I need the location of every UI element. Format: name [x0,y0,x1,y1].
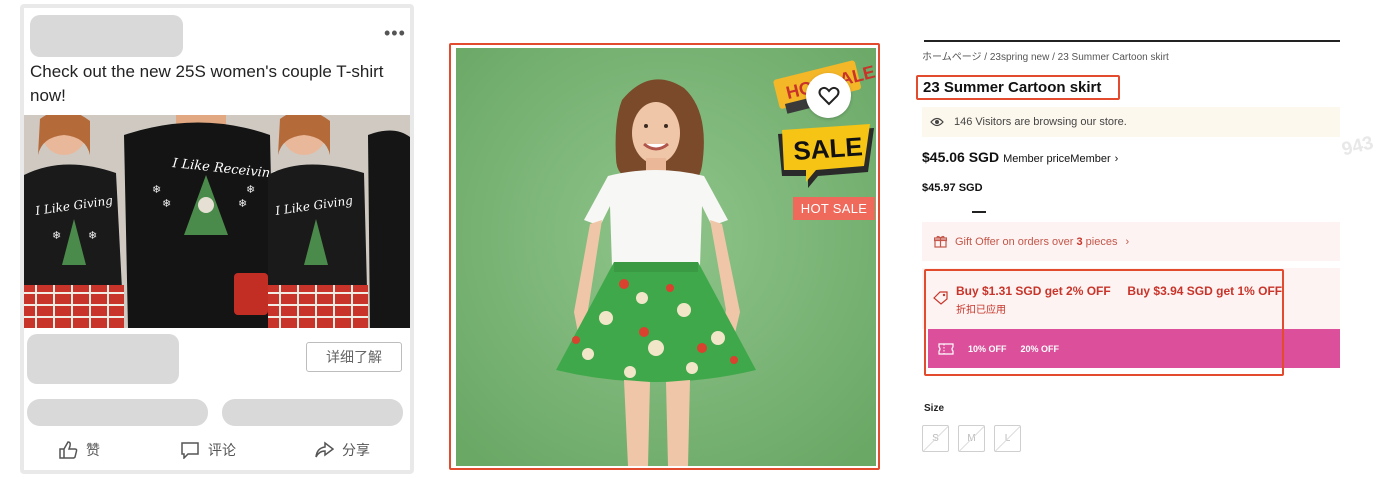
svg-text:❄: ❄ [152,183,161,196]
member-price-link[interactable]: Member priceMember [1003,153,1111,165]
watermark: 943 [1339,132,1376,161]
svg-text:❄: ❄ [88,229,97,242]
comment-label: 评论 [208,442,236,458]
svg-text:❄: ❄ [162,197,171,210]
price-dash [972,211,986,213]
price-row: $45.06 SGD Member priceMember › [922,149,1118,165]
thumbs-up-icon [59,441,78,459]
size-option-s[interactable]: S [922,425,949,452]
reaction-placeholder-right [222,399,403,426]
top-divider [924,40,1340,42]
post-image[interactable]: I Like Giving I Like Receiving ❄ ❄ ❄ ❄ ❄ ❄ [24,115,410,328]
visitors-banner: 146 Visitors are browsing our store. [922,107,1340,137]
advertiser-placeholder [27,334,179,384]
gift-offer-text: Gift Offer on orders over 3 pieces [955,235,1118,248]
product-price: $45.06 SGD [922,149,1000,165]
size-option-l[interactable]: L [994,425,1021,452]
couple-tshirt-photo: I Like Giving I Like Receiving ❄❄❄❄ ❄❄ [24,115,410,328]
size-label: Size [924,403,945,414]
comment-button[interactable]: 评论 [180,440,236,460]
svg-text:❄: ❄ [246,183,255,196]
heart-icon [818,86,839,105]
learn-more-button[interactable]: 详细了解 [306,342,402,372]
svg-text:❄: ❄ [238,197,247,210]
product-title: 23 Summer Cartoon skirt [923,79,1102,96]
chevron-right-icon: › [1125,235,1130,248]
share-button[interactable]: 分享 [314,440,370,460]
chevron-right-icon: › [1114,153,1119,165]
like-button[interactable]: 赞 [58,440,100,460]
more-options-icon[interactable]: ••• [384,24,406,42]
social-feed-panel: ••• Check out the new 25S women's couple… [0,0,432,484]
gift-offer-row[interactable]: Gift Offer on orders over 3 pieces › [922,222,1340,261]
breadcrumb[interactable]: ホームページ / 23spring new / 23 Summer Cartoo… [922,48,1169,63]
eye-icon [930,117,944,127]
size-option-m[interactable]: M [958,425,985,452]
visitors-text: 146 Visitors are browsing our store. [954,116,1127,128]
like-label: 赞 [86,442,100,458]
share-icon [315,441,334,458]
comment-icon [181,442,199,459]
share-label: 分享 [342,442,370,458]
secondary-price: $45.97 SGD [922,182,983,194]
svg-text:❄: ❄ [52,229,61,242]
profile-placeholder [30,15,183,57]
gift-icon [934,235,947,248]
svg-text:SALE: SALE [792,131,863,166]
hot-sale-tag: HOT SALE [793,197,875,220]
promo-highlight [924,269,1284,376]
favorite-button[interactable] [806,73,851,118]
post-text: Check out the new 25S women's couple T-s… [30,62,384,105]
reaction-placeholder-left [27,399,208,426]
